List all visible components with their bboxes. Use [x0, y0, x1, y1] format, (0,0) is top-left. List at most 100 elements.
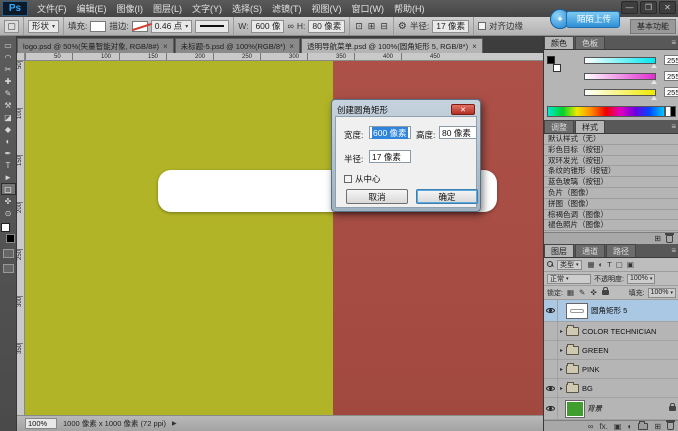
color-value-input[interactable]: 255 — [664, 87, 678, 97]
menu-item[interactable]: 文字(Y) — [187, 2, 227, 15]
boolean-op-icon[interactable]: ⊟ — [379, 21, 389, 32]
style-list-item[interactable]: 负片（图像） — [544, 188, 678, 199]
zoom-level-input[interactable]: 100% — [25, 418, 57, 429]
delete-style-icon[interactable] — [666, 235, 673, 243]
layer-row[interactable]: ▸ 背景 — [544, 398, 678, 420]
menu-item[interactable]: 文件(F) — [32, 2, 72, 15]
color-spectrum-ramp[interactable] — [547, 106, 665, 117]
layer-name[interactable]: BG — [582, 384, 669, 393]
lock-all-icon[interactable] — [602, 290, 609, 295]
dialog-height-input[interactable]: 80 像素 — [439, 126, 477, 139]
panel-menu-icon[interactable]: ≡ — [671, 246, 676, 255]
upload-button[interactable]: 陌陌上传 — [566, 11, 620, 28]
filter-icon[interactable]: ◐ — [598, 260, 605, 269]
align-edges-checkbox[interactable] — [478, 22, 486, 30]
tool-button[interactable]: T — [1, 159, 16, 171]
menu-item[interactable]: 视图(V) — [307, 2, 347, 15]
document-tab[interactable]: logo.psd @ 50%(矢量智能对象, RGB/8#) × — [17, 38, 174, 53]
lock-transparent-icon[interactable]: ▦ — [566, 288, 575, 297]
color-slider[interactable] — [584, 57, 656, 64]
style-list-item[interactable]: 条纹的锥形（按钮） — [544, 166, 678, 177]
shape-width-input[interactable]: 600 像 — [251, 20, 284, 33]
visibility-toggle[interactable] — [546, 385, 555, 392]
panel-tab[interactable]: 图层 — [544, 244, 574, 257]
restore-button[interactable]: ❐ — [640, 1, 657, 14]
stroke-width-dropdown[interactable]: 0.46 点 — [151, 20, 192, 33]
panel-tab[interactable]: 颜色 — [544, 36, 574, 49]
panel-tab[interactable]: 通道 — [575, 244, 605, 257]
panel-tab[interactable]: 调整 — [544, 120, 574, 133]
style-list-item[interactable]: 棕褐色调（图像） — [544, 210, 678, 221]
tool-button[interactable]: ▭ — [1, 39, 16, 51]
visibility-toggle[interactable] — [546, 405, 555, 412]
layer-mask-icon[interactable]: ▣ — [614, 422, 622, 431]
blend-mode-dropdown[interactable]: 正常 — [547, 274, 591, 284]
tool-button[interactable]: ✒ — [1, 147, 16, 159]
delete-layer-icon[interactable] — [667, 422, 674, 430]
menu-item[interactable]: 选择(S) — [227, 2, 267, 15]
dialog-close-button[interactable]: ✕ — [451, 104, 475, 115]
visibility-toggle[interactable] — [546, 307, 555, 314]
fg-bg-indicator[interactable] — [547, 56, 561, 72]
layer-row[interactable]: ▸ 圆角矩形 5 — [544, 300, 678, 322]
fill-dropdown[interactable]: 100% — [648, 288, 676, 298]
close-button[interactable]: ✕ — [659, 1, 676, 14]
new-layer-icon[interactable]: ⊞ — [654, 422, 661, 431]
panel-tab[interactable]: 样式 — [575, 120, 605, 133]
tool-button[interactable]: ▢ — [1, 183, 16, 195]
style-list-item[interactable]: 蓝色玻璃（按钮） — [544, 177, 678, 188]
style-list-item[interactable]: 彩色目标（按钮） — [544, 145, 678, 156]
cancel-button[interactable]: 取消 — [346, 189, 408, 204]
tool-button[interactable]: ✚ — [1, 75, 16, 87]
menu-item[interactable]: 图像(I) — [112, 2, 149, 15]
menu-item[interactable]: 滤镜(T) — [267, 2, 307, 15]
panel-menu-icon[interactable]: ≡ — [671, 122, 676, 131]
layer-name[interactable]: COLOR TECHNICIAN — [582, 327, 669, 336]
color-slider[interactable] — [584, 73, 656, 80]
menu-item[interactable]: 帮助(H) — [389, 2, 430, 15]
quick-mask-icon[interactable] — [3, 249, 14, 258]
tool-mode-dropdown[interactable]: 形状 — [28, 20, 59, 33]
dialog-title-bar[interactable]: 创建圆角矩形 ✕ — [335, 103, 477, 116]
style-list-item[interactable]: 褪色照片（图像） — [544, 220, 678, 231]
adjustment-layer-icon[interactable]: ◐ — [627, 422, 632, 431]
fill-swatch[interactable] — [90, 21, 106, 32]
lock-position-icon[interactable]: ✜ — [589, 288, 597, 297]
tool-button[interactable]: ✂ — [1, 63, 16, 75]
layer-name[interactable]: 圆角矩形 5 — [591, 305, 669, 316]
gear-icon[interactable]: ⚙ — [398, 21, 407, 32]
document-tab[interactable]: 透明导航菜单.psd @ 100%(圆角矩形 5, RGB/8*) × — [301, 38, 483, 53]
layer-style-icon[interactable]: fx. — [599, 422, 607, 431]
tool-button[interactable]: ◠ — [1, 51, 16, 63]
opacity-dropdown[interactable]: 100% — [627, 274, 655, 284]
link-dimensions-icon[interactable]: ∞ — [287, 21, 293, 31]
new-group-icon[interactable] — [638, 423, 648, 430]
filter-icon[interactable]: ▦ — [587, 260, 596, 269]
shape-height-input[interactable]: 80 像素 — [308, 20, 345, 33]
screen-mode-icon[interactable] — [3, 264, 14, 273]
tool-button[interactable]: ✎ — [1, 87, 16, 99]
new-style-icon[interactable]: ⊞ — [654, 234, 661, 243]
layer-row[interactable]: ▸ BG — [544, 379, 678, 398]
tool-button[interactable]: ⊙ — [1, 207, 16, 219]
panel-tab[interactable]: 路径 — [606, 244, 636, 257]
dialog-width-input[interactable]: 600 像素 — [369, 126, 411, 139]
filter-icon[interactable]: ▢ — [615, 260, 624, 269]
layer-name[interactable]: PINK — [582, 365, 669, 374]
tab-close-icon[interactable]: × — [289, 42, 294, 51]
menu-item[interactable]: 编辑(E) — [72, 2, 112, 15]
panel-tab[interactable]: 色板 — [575, 36, 605, 49]
tool-preset-icon[interactable]: ▢ — [4, 20, 19, 33]
group-expand-icon[interactable]: ▸ — [558, 366, 565, 373]
color-value-input[interactable]: 255 — [664, 71, 678, 81]
stroke-swatch[interactable] — [132, 21, 148, 32]
menu-item[interactable]: 窗口(W) — [347, 2, 390, 15]
minimize-button[interactable]: — — [621, 1, 638, 14]
stroke-type-dropdown[interactable] — [195, 20, 229, 33]
ok-button[interactable]: 确定 — [416, 189, 478, 204]
workspace-switcher[interactable]: 基本功能 — [630, 19, 676, 34]
filter-icon[interactable]: T — [606, 260, 613, 269]
group-expand-icon[interactable]: ▸ — [558, 385, 565, 392]
background-color-swatch[interactable] — [6, 234, 15, 243]
color-value-input[interactable]: 255 — [664, 55, 678, 65]
